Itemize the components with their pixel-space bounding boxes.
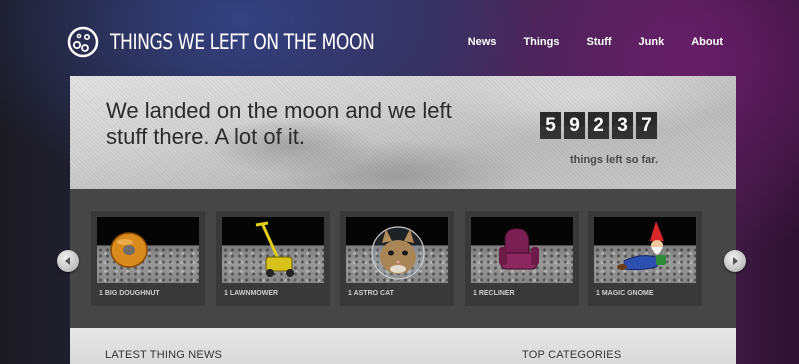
- carousel-item-image: [222, 217, 324, 283]
- moon-crater-icon: [67, 26, 99, 58]
- chevron-right-icon: [733, 257, 738, 265]
- carousel-item-doughnut[interactable]: 1 BIG DOUGHNUT: [91, 211, 205, 306]
- main-nav: News Things Stuff Junk About: [468, 34, 723, 50]
- counter-digit: 9: [564, 112, 585, 139]
- carousel-item-image: [594, 217, 696, 283]
- carousel-item-recliner[interactable]: 1 RECLINER: [465, 211, 579, 306]
- hero-banner: We landed on the moon and we left stuff …: [70, 76, 736, 189]
- counter-digit: 3: [612, 112, 633, 139]
- top-categories-heading: TOP CATEGORIES: [522, 349, 622, 361]
- carousel-item-lawnmower[interactable]: 1 LAWNMOWER: [216, 211, 330, 306]
- carousel-next-button[interactable]: [724, 250, 746, 272]
- nav-junk[interactable]: Junk: [639, 34, 665, 50]
- nav-stuff[interactable]: Stuff: [587, 34, 612, 50]
- site-logo[interactable]: THINGS WE LEFT ON THE MOON: [66, 26, 432, 58]
- carousel-item-label: 1 MAGIC GNOME: [596, 290, 654, 297]
- chevron-left-icon: [65, 257, 70, 265]
- things-carousel: 1 BIG DOUGHNUT 1 LAWNMOWER 1 ASTRO CAT 1…: [70, 189, 736, 328]
- nav-about[interactable]: About: [691, 34, 723, 50]
- carousel-item-label: 1 LAWNMOWER: [224, 290, 279, 297]
- counter-digit: 2: [588, 112, 609, 139]
- doughnut-icon: [110, 232, 148, 268]
- content-section: LATEST THING NEWS TOP CATEGORIES: [70, 328, 736, 364]
- counter-digit: 5: [540, 112, 561, 139]
- nav-news[interactable]: News: [468, 34, 497, 50]
- lawnmower-icon: [255, 221, 294, 277]
- nav-things[interactable]: Things: [523, 34, 559, 50]
- carousel-item-astro-cat[interactable]: 1 ASTRO CAT: [340, 211, 454, 306]
- astronaut-cat-icon: [371, 226, 425, 280]
- carousel-prev-button[interactable]: [57, 250, 79, 272]
- things-counter: 5 9 2 3 7: [540, 112, 657, 139]
- carousel-item-image: [97, 217, 199, 283]
- carousel-item-image: [346, 217, 448, 283]
- counter-label: things left so far.: [570, 154, 659, 166]
- latest-news-heading: LATEST THING NEWS: [105, 349, 223, 361]
- site-title: THINGS WE LEFT ON THE MOON: [110, 30, 375, 54]
- carousel-item-magic-gnome[interactable]: 1 MAGIC GNOME: [588, 211, 702, 306]
- gnome-icon: [617, 221, 666, 271]
- counter-digit: 7: [636, 112, 657, 139]
- hero-headline: We landed on the moon and we left stuff …: [106, 98, 452, 149]
- carousel-item-image: [471, 217, 573, 283]
- carousel-item-label: 1 RECLINER: [473, 290, 515, 297]
- carousel-item-label: 1 ASTRO CAT: [348, 290, 394, 297]
- carousel-item-label: 1 BIG DOUGHNUT: [99, 290, 160, 297]
- recliner-icon: [499, 228, 539, 270]
